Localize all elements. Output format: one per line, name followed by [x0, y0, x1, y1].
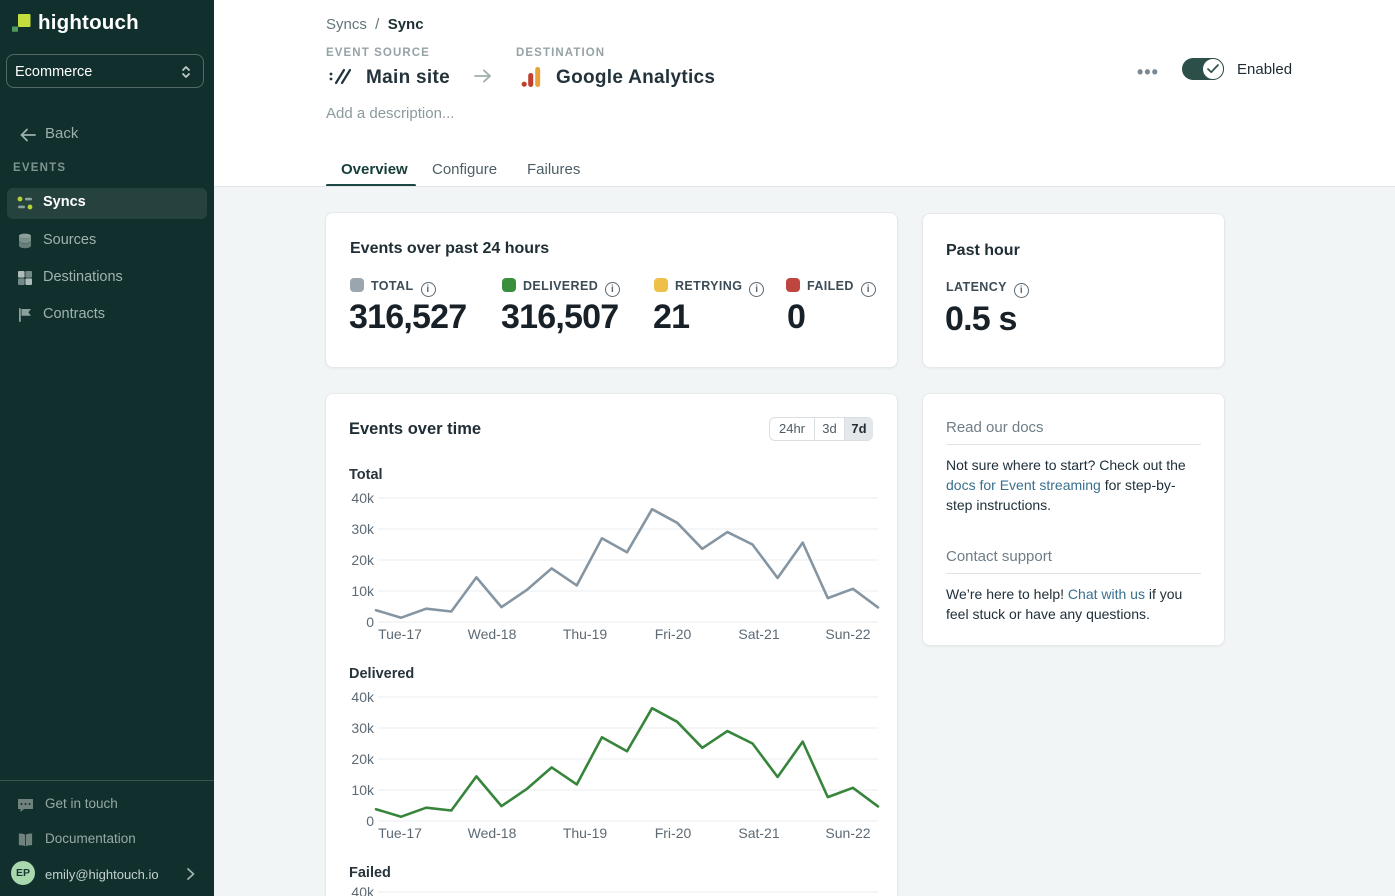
svg-text:Sun-22: Sun-22: [825, 825, 870, 841]
svg-text:Fri-20: Fri-20: [655, 825, 692, 841]
svg-text:10k: 10k: [351, 583, 375, 599]
svg-text:40k: 40k: [351, 884, 375, 896]
svg-text:Thu-19: Thu-19: [563, 626, 608, 642]
svg-text:20k: 20k: [351, 552, 375, 568]
svg-text:30k: 30k: [351, 720, 375, 736]
svg-text:40k: 40k: [351, 490, 375, 506]
svg-text:40k: 40k: [351, 689, 375, 705]
svg-text:30k: 30k: [351, 521, 375, 537]
svg-text:Sat-21: Sat-21: [738, 626, 779, 642]
svg-text:Wed-18: Wed-18: [468, 626, 517, 642]
svg-text:Tue-17: Tue-17: [378, 626, 422, 642]
svg-text:Sat-21: Sat-21: [738, 825, 779, 841]
svg-text:Wed-18: Wed-18: [468, 825, 517, 841]
svg-text:Fri-20: Fri-20: [655, 626, 692, 642]
svg-text:Tue-17: Tue-17: [378, 825, 422, 841]
svg-text:Thu-19: Thu-19: [563, 825, 608, 841]
svg-text:20k: 20k: [351, 751, 375, 767]
svg-text:0: 0: [366, 813, 374, 829]
svg-text:0: 0: [366, 614, 374, 630]
svg-text:Sun-22: Sun-22: [825, 626, 870, 642]
svg-text:10k: 10k: [351, 782, 375, 798]
